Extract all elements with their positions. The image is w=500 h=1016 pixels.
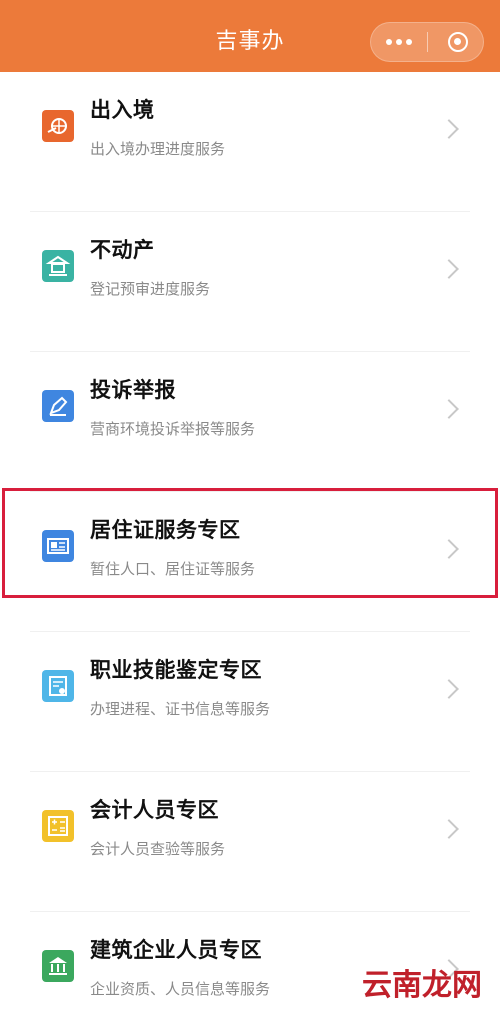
capsule-divider <box>427 32 428 52</box>
item-subtitle: 办理进程、证书信息等服务 <box>90 700 271 718</box>
list-item-vocational-skill[interactable]: 职业技能鉴定专区 办理进程、证书信息等服务 <box>0 632 500 772</box>
building-icon <box>42 250 74 282</box>
bank-icon <box>42 950 74 982</box>
certificate-icon <box>42 670 74 702</box>
item-title: 会计人员专区 <box>90 798 219 822</box>
list-item-real-estate[interactable]: 不动产 登记预审进度服务 <box>0 212 500 352</box>
mini-program-capsule <box>370 22 484 62</box>
more-dots-icon[interactable] <box>371 23 427 61</box>
pen-icon <box>42 390 74 422</box>
list-item-exit-entry[interactable]: 出入境 出入境办理进度服务 <box>0 72 500 212</box>
list-item-accountant[interactable]: 会计人员专区 会计人员查验等服务 <box>0 772 500 912</box>
item-title: 建筑企业人员专区 <box>90 938 262 962</box>
app-header: 吉事办 <box>0 0 500 72</box>
passport-icon <box>42 110 74 142</box>
item-title: 出入境 <box>90 98 155 122</box>
chevron-right-icon <box>439 679 459 699</box>
chevron-right-icon <box>439 119 459 139</box>
chevron-right-icon <box>439 259 459 279</box>
item-title: 不动产 <box>90 238 155 262</box>
highlight-box <box>2 488 498 598</box>
item-subtitle: 登记预审进度服务 <box>90 280 211 298</box>
chevron-right-icon <box>439 399 459 419</box>
item-subtitle: 企业资质、人员信息等服务 <box>90 980 271 998</box>
list-item-complaint[interactable]: 投诉举报 营商环境投诉举报等服务 <box>0 352 500 492</box>
item-title: 职业技能鉴定专区 <box>90 658 262 682</box>
calculator-icon <box>42 810 74 842</box>
watermark-logo: 云南龙网 <box>362 968 482 1003</box>
item-subtitle: 会计人员查验等服务 <box>90 840 226 858</box>
item-title: 投诉举报 <box>90 378 176 402</box>
chevron-right-icon <box>439 819 459 839</box>
target-close-icon[interactable] <box>433 23 483 61</box>
item-subtitle: 出入境办理进度服务 <box>90 140 226 158</box>
item-subtitle: 营商环境投诉举报等服务 <box>90 420 256 438</box>
